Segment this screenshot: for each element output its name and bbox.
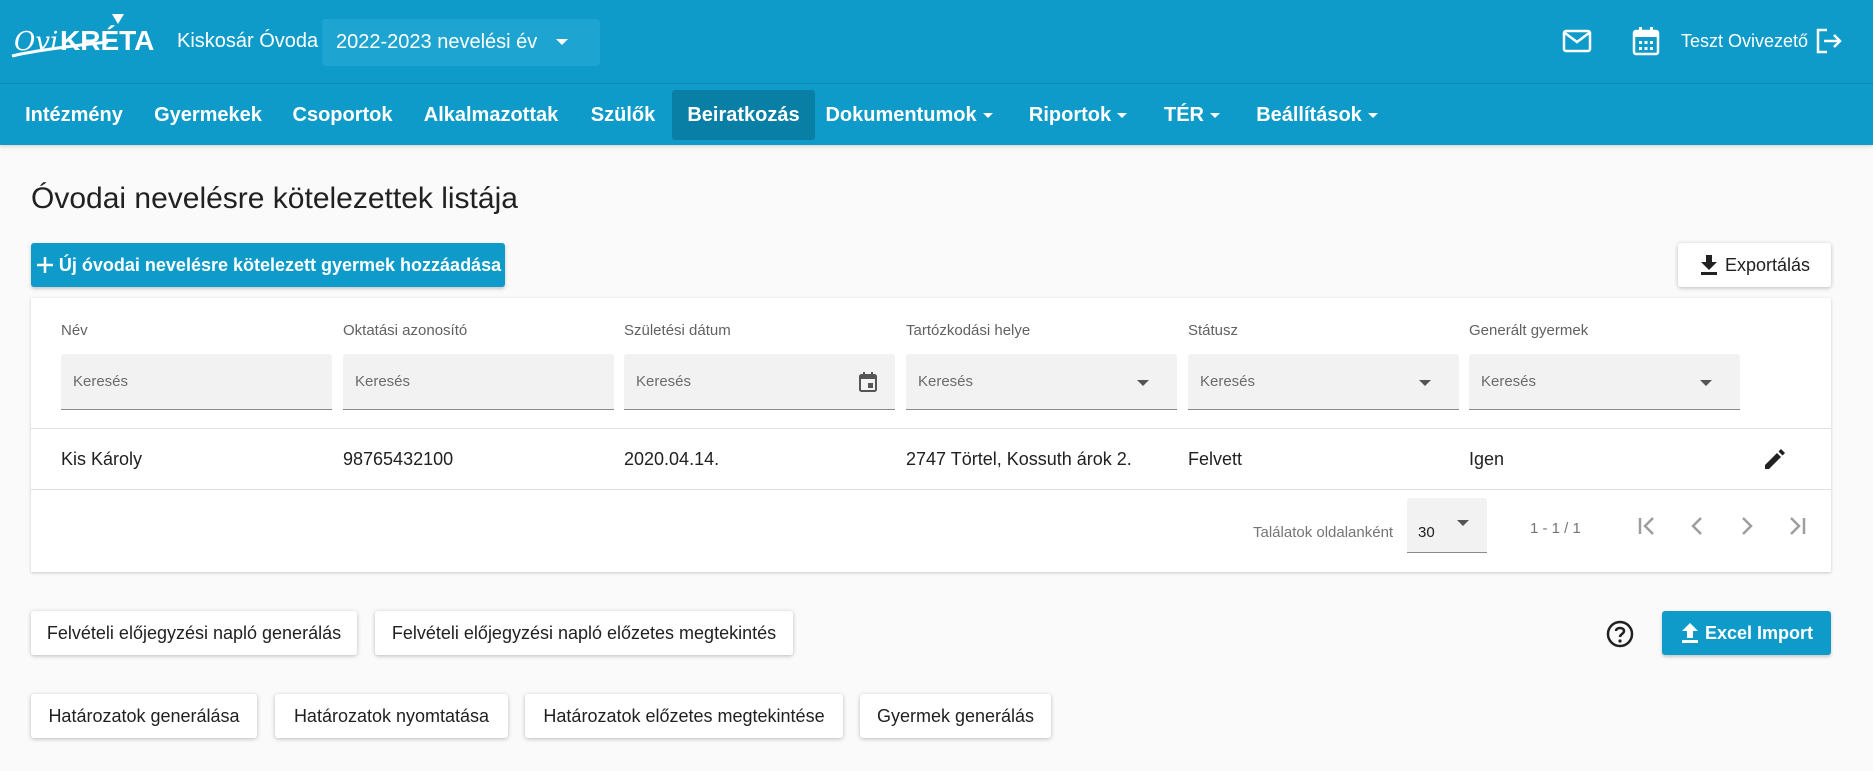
per-page-value: 30 [1418,524,1435,541]
caret-down-icon [1117,112,1128,118]
caret-down-icon [1210,112,1220,118]
children-table: Név Oktatási azonosító Születési dátum T… [31,298,1831,572]
chevron-down-icon [556,39,568,45]
year-select-value: 2022-2023 nevelési év [336,31,538,53]
svg-text:Ovi: Ovi [14,27,58,57]
cell-status: Felvett [1188,449,1243,469]
filter-residence-select[interactable]: Keresés [906,354,1177,410]
nav-item-riportok[interactable]: Riportok [1025,90,1131,140]
filter-birth-date-input[interactable]: Keresés [624,354,895,410]
top-bar: Ovi KRÉTA Kiskosár Óvoda 2022-2023 nevel… [0,0,1873,83]
calendar-icon[interactable] [1629,24,1663,58]
upload-icon [1681,623,1698,643]
cell-residence: 2747 Törtel, Kossuth árok 2. [906,449,1132,469]
edit-pencil-icon[interactable] [1762,446,1788,472]
chevron-down-icon [1137,380,1149,386]
nav-item-beiratkozas[interactable]: Beiratkozás [672,90,815,140]
column-header-education-id[interactable]: Oktatási azonosító [343,322,467,339]
next-page-icon[interactable] [1732,511,1762,541]
filter-education-id-input[interactable]: Keresés [343,354,614,410]
export-button[interactable]: Exportálás [1678,243,1831,287]
divider [31,489,1831,490]
nav-item-beallitasok[interactable]: Beállítások [1254,90,1380,140]
nav-item-intezmeny[interactable]: Intézmény [16,90,132,140]
filter-generated-child-select[interactable]: Keresés [1469,354,1740,410]
caret-down-icon [1367,112,1378,118]
chevron-down-icon [1419,380,1431,386]
main-nav: Intézmény Gyermekek Csoportok Alkalmazot… [0,83,1873,145]
pager-range: 1 - 1 / 1 [1530,520,1581,537]
nav-item-dokumentumok[interactable]: Dokumentumok [825,90,993,140]
column-header-generated-child[interactable]: Generált gyermek [1469,322,1588,339]
first-page-icon[interactable] [1632,511,1662,541]
download-icon [1700,255,1717,275]
divider [31,428,1831,429]
logout-icon[interactable] [1812,24,1846,58]
cell-name: Kis Károly [61,449,143,469]
caret-down-icon [982,112,993,118]
user-name[interactable]: Teszt Ovivezető [1681,0,1808,83]
ovikreta-logo[interactable]: Ovi KRÉTA [8,12,160,68]
cell-generated-child: Igen [1469,449,1505,469]
nav-item-alkalmazottak[interactable]: Alkalmazottak [416,90,566,140]
plus-icon [36,257,53,273]
page-title: Óvodai nevelésre kötelezettek listája [31,182,518,215]
cell-birth-date: 2020.04.14. [624,449,720,469]
nav-item-ter[interactable]: TÉR [1160,90,1224,140]
last-page-icon[interactable] [1782,511,1812,541]
preview-enrollment-log-button[interactable]: Felvételi előjegyzési napló előzetes meg… [375,611,793,655]
per-page-label: Találatok oldalanként [1253,524,1394,541]
column-header-status[interactable]: Státusz [1188,322,1238,339]
per-page-select[interactable]: 30 [1407,498,1487,553]
add-child-button[interactable]: Új óvodai nevelésre kötelezett gyermek h… [31,243,505,287]
nav-item-csoportok[interactable]: Csoportok [285,90,400,140]
mail-icon[interactable] [1560,24,1594,58]
generate-decisions-button[interactable]: Határozatok generálása [31,694,257,738]
year-select[interactable]: 2022-2023 nevelési év [322,19,600,66]
nav-item-gyermekek[interactable]: Gyermekek [148,90,268,140]
filter-name-input[interactable]: Keresés [61,354,332,410]
chevron-down-icon [1457,520,1469,526]
preview-decisions-button[interactable]: Határozatok előzetes megtekintése [525,694,843,738]
nav-item-szulok[interactable]: Szülők [582,90,664,140]
print-decisions-button[interactable]: Határozatok nyomtatása [275,694,508,738]
previous-page-icon[interactable] [1682,511,1712,541]
generate-child-button[interactable]: Gyermek generálás [860,694,1051,738]
filter-status-select[interactable]: Keresés [1188,354,1459,410]
help-icon[interactable] [1605,619,1635,649]
org-name: Kiskosár Óvoda [177,30,319,52]
cell-education-id: 98765432100 [343,449,454,469]
generate-enrollment-log-button[interactable]: Felvételi előjegyzési napló generálás [31,611,357,655]
svg-text:KRÉTA: KRÉTA [60,25,154,56]
excel-import-button[interactable]: Excel Import [1662,611,1831,655]
column-header-birth-date[interactable]: Születési dátum [624,322,731,339]
calendar-icon[interactable] [859,372,877,392]
column-header-residence[interactable]: Tartózkodási helye [906,322,1030,339]
chevron-down-icon [1700,380,1712,386]
column-header-name[interactable]: Név [61,322,88,339]
